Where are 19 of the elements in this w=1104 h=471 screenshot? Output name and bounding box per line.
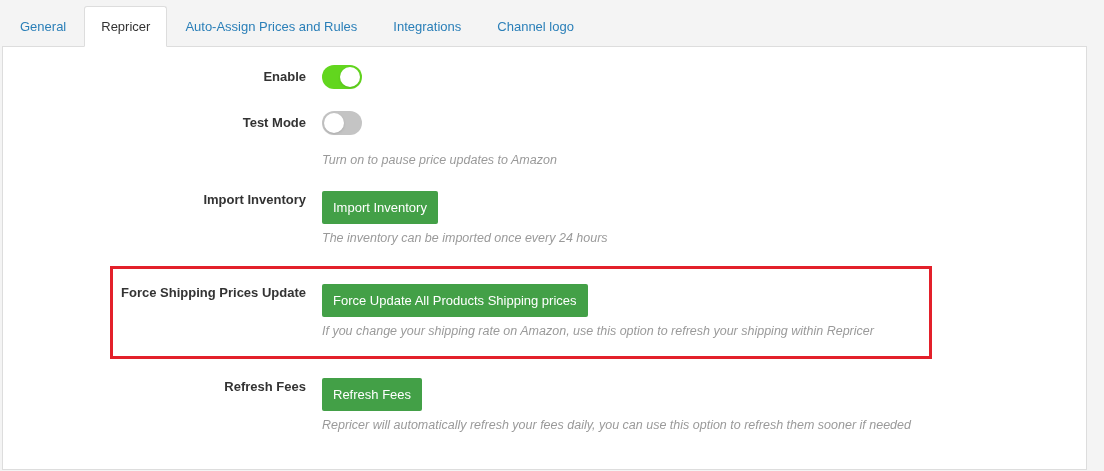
action-button[interactable]: Import Inventory bbox=[322, 191, 438, 224]
hint-text: Repricer will automatically refresh your fees daily, you can use this option to refresh them sooner if needed bbox=[322, 417, 911, 434]
action-button[interactable]: Refresh Fees bbox=[322, 378, 423, 411]
toggle-switch[interactable] bbox=[322, 111, 362, 135]
hint-text: The inventory can be imported once every 24 hours bbox=[322, 230, 608, 247]
action-button[interactable]: Force Update All Products Shipping prices bbox=[322, 284, 588, 317]
hint-text: If you change your shipping rate on Amazon, use this option to refresh your shipping within Repricer bbox=[322, 323, 874, 340]
tab[interactable]: Channel logo bbox=[479, 6, 592, 47]
hint-text: Turn on to pause price updates to Amazon bbox=[322, 152, 557, 169]
setting-label: Import Inventory bbox=[202, 191, 306, 209]
toggle-switch[interactable] bbox=[322, 65, 362, 89]
tab[interactable]: Integrations bbox=[375, 6, 480, 47]
tab[interactable]: General bbox=[2, 6, 85, 47]
setting-label: Force Shipping Prices Update bbox=[120, 284, 306, 302]
setting-label: Refresh Fees bbox=[223, 378, 306, 396]
tab[interactable]: Auto-Assign Prices and Rules bbox=[167, 6, 376, 47]
setting-label: Enable bbox=[262, 68, 306, 86]
tab[interactable]: Repricer bbox=[84, 6, 168, 47]
setting-label: Test Mode bbox=[241, 114, 306, 132]
